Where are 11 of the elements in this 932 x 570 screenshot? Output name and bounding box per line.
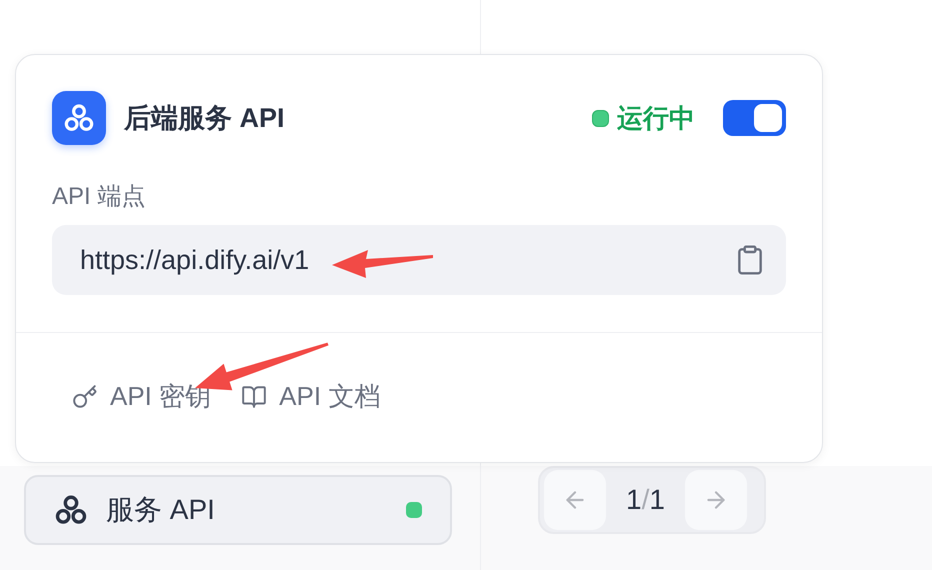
api-docs-link[interactable]: API 文档: [241, 377, 380, 416]
endpoint-label: API 端点: [52, 182, 146, 212]
card-title: 后端服务 API: [124, 102, 285, 135]
rings-icon: [63, 102, 95, 134]
key-icon: [72, 384, 98, 410]
toggle-switch[interactable]: [723, 100, 786, 136]
page-indicator: 1/1: [626, 483, 665, 517]
status-label: 运行中: [617, 102, 695, 134]
service-api-button[interactable]: 服务 API: [24, 475, 452, 545]
endpoint-field[interactable]: https://api.dify.ai/v1: [52, 225, 786, 295]
book-icon: [241, 384, 268, 410]
